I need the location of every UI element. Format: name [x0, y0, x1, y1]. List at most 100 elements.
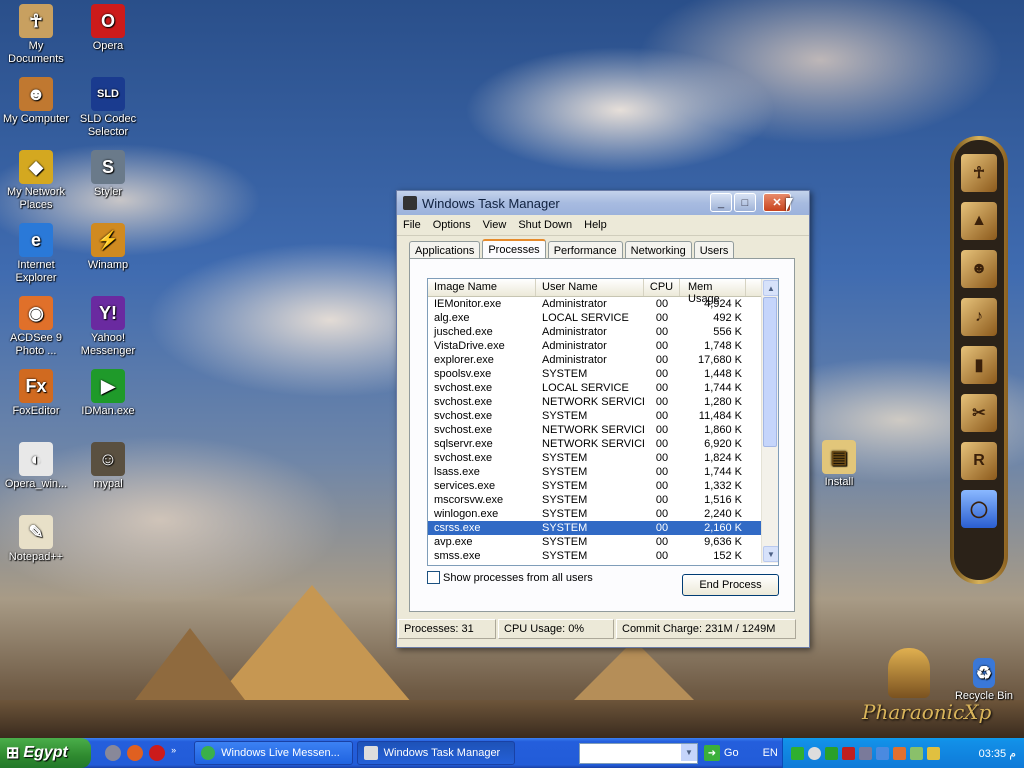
process-list-scrollbar[interactable]: ▲ ▼ [761, 279, 778, 563]
quick-launch-firefox-icon[interactable] [127, 745, 144, 761]
table-row[interactable]: smss.exe SYSTEM 00 152 K [428, 549, 778, 563]
scroll-up-icon[interactable]: ▲ [763, 280, 778, 296]
desktop-shortcut[interactable]: ◐ Opera_win... [0, 442, 72, 491]
pharaoh-dock-icon[interactable]: ☥ [961, 154, 997, 192]
process-cpu: 00 [655, 298, 669, 310]
table-row[interactable]: alg.exe LOCAL SERVICE 00 492 K [428, 311, 778, 325]
title-bar[interactable]: Windows Task Manager _ □ ✕ [397, 191, 809, 215]
address-bar-input[interactable]: ▼ [579, 742, 698, 764]
table-row[interactable]: jusched.exe Administrator 00 556 K [428, 325, 778, 339]
table-row[interactable]: services.exe SYSTEM 00 1,332 K [428, 479, 778, 493]
pyramids-dock-icon[interactable]: ▲ [961, 202, 997, 240]
process-mem-usage: 6,920 K [704, 438, 742, 450]
desktop-shortcut[interactable]: ☻ My Computer [0, 77, 72, 126]
desktop-shortcut[interactable]: ▶ IDMan.exe [72, 369, 144, 418]
process-user-name: LOCAL SERVICE [542, 382, 629, 394]
desktop-shortcut-label: Notepad++ [8, 551, 64, 563]
menu-options[interactable]: Options [433, 219, 471, 231]
scribe-dock-icon[interactable]: ☻ [961, 250, 997, 288]
table-row[interactable]: explorer.exe Administrator 00 17,680 K [428, 353, 778, 367]
tray-network-icon[interactable] [910, 746, 924, 760]
tray-rocket-icon[interactable] [893, 746, 907, 760]
menu-help[interactable]: Help [584, 219, 607, 231]
language-indicator[interactable]: EN [763, 747, 783, 759]
tools-dock-icon[interactable]: ✂ [961, 394, 997, 432]
process-mem-usage: 152 K [713, 550, 742, 562]
checkbox-box[interactable] [427, 571, 440, 584]
table-row[interactable]: lsass.exe SYSTEM 00 1,744 K [428, 465, 778, 479]
desktop-shortcut[interactable]: ☺ mypal [72, 442, 144, 491]
end-process-button[interactable]: End Process [682, 574, 779, 596]
table-row[interactable]: winlogon.exe SYSTEM 00 2,240 K [428, 507, 778, 521]
desktop-shortcut[interactable]: Y! Yahoo! Messenger [72, 296, 144, 358]
column-image-name[interactable]: Image Name [428, 279, 536, 296]
scroll-thumb[interactable] [763, 297, 777, 447]
book-dock-icon[interactable]: ▮ [961, 346, 997, 384]
minimize-button[interactable]: _ [710, 193, 732, 212]
desktop-shortcut[interactable]: ◆ My Network Places [0, 150, 72, 212]
table-row[interactable]: mscorsvw.exe SYSTEM 00 1,516 K [428, 493, 778, 507]
desktop-shortcut[interactable]: Fx FoxEditor [0, 369, 72, 418]
quick-launch-eye-icon[interactable] [105, 745, 122, 761]
desktop-shortcut[interactable]: ☥ My Documents [0, 4, 72, 66]
tray-tool-icon[interactable] [859, 746, 873, 760]
desktop-shortcut[interactable]: ◉ ACDSee 9 Photo ... [0, 296, 72, 358]
column-cpu[interactable]: CPU [644, 279, 680, 296]
desktop-shortcut[interactable]: O Opera [72, 4, 144, 53]
table-row[interactable]: csrss.exe SYSTEM 00 2,160 K [428, 521, 778, 535]
start-label: Egypt [23, 744, 68, 761]
table-row[interactable]: svchost.exe SYSTEM 00 1,824 K [428, 451, 778, 465]
table-row[interactable]: svchost.exe LOCAL SERVICE 00 1,744 K [428, 381, 778, 395]
process-image-name: csrss.exe [434, 522, 481, 534]
process-list[interactable]: Image Name User Name CPU Mem Usage IEMon… [427, 278, 779, 566]
desktop-shortcut[interactable]: S Styler [72, 150, 144, 199]
table-row[interactable]: sqlservr.exe NETWORK SERVICE 00 6,920 K [428, 437, 778, 451]
table-row[interactable]: VistaDrive.exe Administrator 00 1,748 K [428, 339, 778, 353]
desktop-shortcut-label: FoxEditor [12, 405, 60, 417]
start-button[interactable]: ⊞ Egypt [0, 738, 92, 768]
menu-shut-down[interactable]: Shut Down [518, 219, 572, 231]
table-row[interactable]: avp.exe SYSTEM 00 9,636 K [428, 535, 778, 549]
scroll-down-icon[interactable]: ▼ [763, 546, 778, 562]
taskbar-messenger-button[interactable]: Windows Live Messen... [194, 741, 353, 765]
tray-app-icon[interactable] [876, 746, 890, 760]
menu-file[interactable]: File [403, 219, 421, 231]
process-image-name: winlogon.exe [434, 508, 499, 520]
taskbar-task-manager-button[interactable]: Windows Task Manager [356, 741, 516, 765]
table-row[interactable]: IEMonitor.exe Administrator 00 4,924 K [428, 297, 778, 311]
capsule-dock-icon[interactable]: ◯ [961, 490, 997, 528]
column-mem-usage[interactable]: Mem Usage [680, 279, 746, 305]
menu-bar: File Options View Shut Down Help [397, 215, 809, 236]
table-row[interactable]: svchost.exe NETWORK SERVICE 00 1,860 K [428, 423, 778, 437]
rar-dock-icon[interactable]: R [961, 442, 997, 480]
tray-idm-icon[interactable] [825, 746, 839, 760]
tray-messenger-icon[interactable] [808, 746, 822, 760]
table-row[interactable]: svchost.exe SYSTEM 00 11,484 K [428, 409, 778, 423]
tray-green-icon[interactable] [791, 746, 805, 760]
menu-view[interactable]: View [483, 219, 507, 231]
tray-kaspersky-icon[interactable] [842, 746, 856, 760]
go-button[interactable]: ➜ Go [703, 745, 739, 761]
show-all-users-label: Show processes from all users [443, 571, 593, 584]
maximize-button[interactable]: □ [734, 193, 756, 212]
show-all-users-checkbox[interactable]: Show processes from all users [427, 571, 593, 584]
yahoo-messenger-icon: Y! [91, 296, 125, 330]
install-icon-shortcut[interactable]: ▤ Install [803, 440, 875, 489]
desktop-shortcut[interactable]: ⚡ Winamp [72, 223, 144, 272]
column-user-name[interactable]: User Name [536, 279, 644, 296]
clock[interactable]: 03:35 م [979, 747, 1016, 760]
process-user-name: SYSTEM [542, 550, 588, 562]
quick-launch-opera-icon[interactable] [149, 745, 166, 761]
chevron-down-icon[interactable]: ▼ [680, 743, 697, 761]
quick-launch-expand-icon[interactable]: » [171, 745, 179, 761]
table-row[interactable]: svchost.exe NETWORK SERVICE 00 1,280 K [428, 395, 778, 409]
tray-volume-icon[interactable] [927, 746, 941, 760]
recycle-bin-shortcut[interactable]: ♻ Recycle Bin [948, 658, 1020, 703]
process-user-name: NETWORK SERVICE [542, 424, 644, 436]
desktop-shortcut[interactable]: SLD SLD Codec Selector [72, 77, 144, 139]
table-row[interactable]: spoolsv.exe SYSTEM 00 1,448 K [428, 367, 778, 381]
desktop-shortcut[interactable]: ✎ Notepad++ [0, 515, 72, 564]
harp-dock-icon[interactable]: ♪ [961, 298, 997, 336]
desktop-shortcut[interactable]: e Internet Explorer [0, 223, 72, 285]
go-arrow-icon: ➜ [703, 745, 720, 761]
